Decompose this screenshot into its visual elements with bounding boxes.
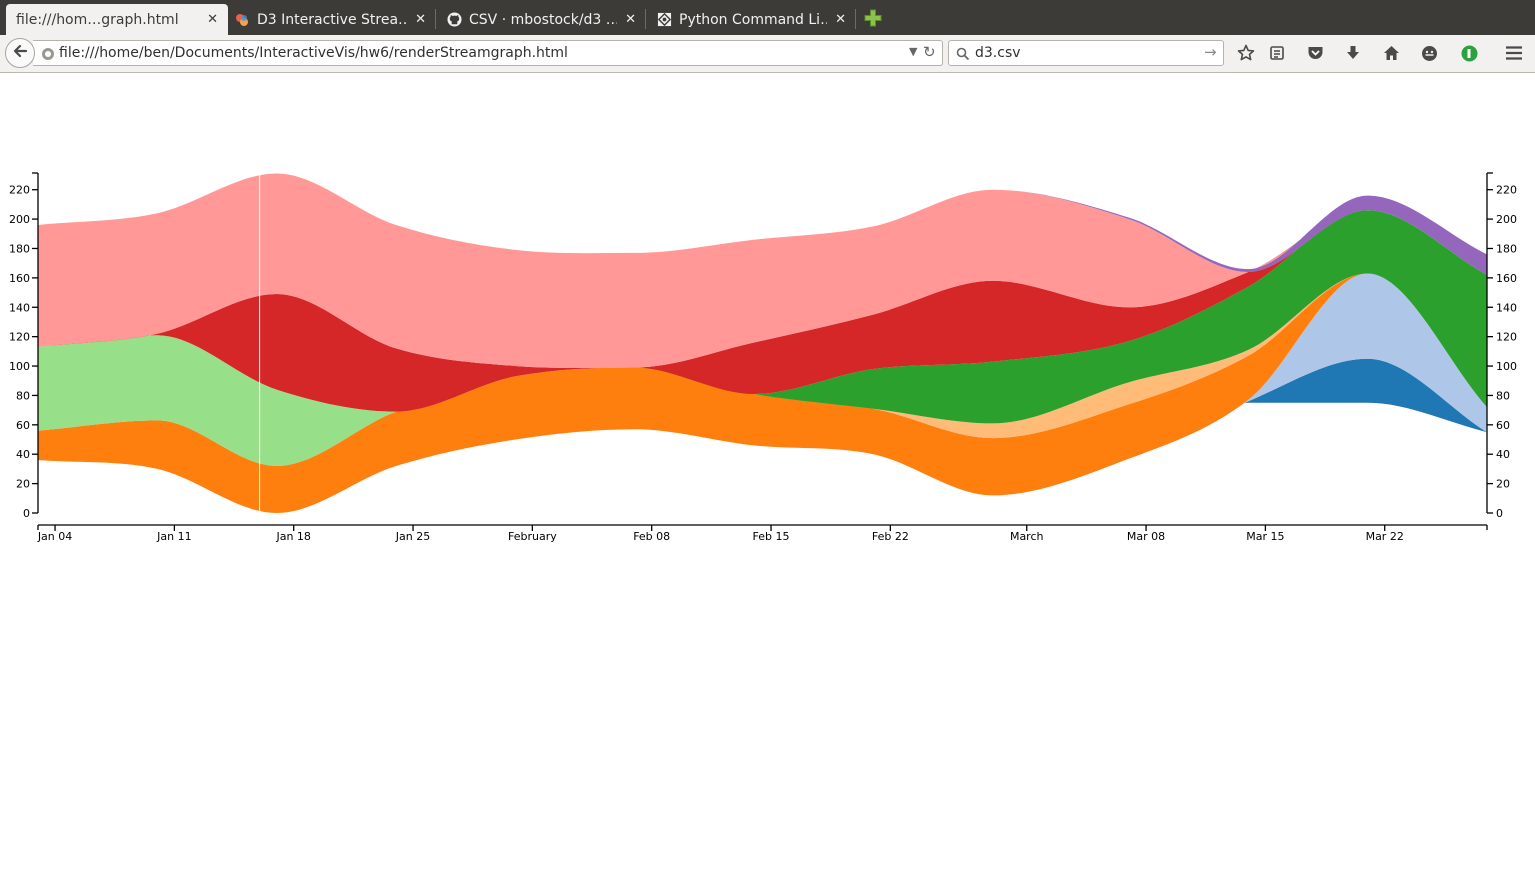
x-tick-label: Mar 22 — [1366, 530, 1404, 543]
y-tick-label-left: 60 — [16, 419, 30, 432]
close-tab-icon[interactable]: ✕ — [415, 12, 426, 27]
url-bar[interactable]: file:///home/ben/Documents/InteractiveVi… — [33, 40, 943, 66]
x-tick-label: Feb 22 — [872, 530, 909, 543]
close-tab-icon[interactable]: ✕ — [625, 12, 636, 27]
d3-icon — [234, 12, 250, 28]
site-info-icon[interactable] — [41, 46, 55, 65]
tab-title: D3 Interactive Strea… — [257, 11, 408, 28]
x-tick-label: Jan 25 — [395, 530, 430, 543]
tab-d3-stream[interactable]: D3 Interactive Strea… ✕ — [224, 4, 436, 35]
x-tick-label: Jan 11 — [156, 530, 191, 543]
y-tick-label-left: 140 — [9, 301, 30, 314]
search-bar[interactable]: d3.csv → — [948, 40, 1224, 66]
close-tab-icon[interactable]: ✕ — [835, 12, 846, 27]
x-tick-label: February — [508, 530, 557, 543]
y-tick-label-right: 220 — [1496, 184, 1517, 197]
y-tick-label-right: 100 — [1496, 360, 1517, 373]
extension-icon[interactable] — [1459, 43, 1479, 63]
tab-title: CSV · mbostock/d3 … — [469, 11, 618, 28]
menu-icon[interactable] — [1504, 43, 1524, 63]
y-tick-label-right: 40 — [1496, 448, 1510, 461]
x-axis: Jan 04 Jan 11 Jan 18 Jan 25 February Feb 08 Fe… — [37, 524, 1488, 543]
reading-list-icon[interactable] — [1267, 43, 1287, 63]
y-tick-label-right: 120 — [1496, 331, 1517, 344]
search-go-icon[interactable]: → — [1204, 43, 1217, 61]
github-icon — [446, 12, 462, 28]
emoji-icon[interactable] — [1419, 43, 1439, 63]
search-icon — [956, 46, 970, 65]
streamgraph-chart[interactable]: 0 20 40 60 80 100 120 140 160 180 200 220 0 20 40 60 80… — [0, 73, 1535, 876]
y-tick-label-right: 180 — [1496, 242, 1517, 255]
y-tick-label-left: 180 — [9, 242, 30, 255]
tab-github-csv[interactable]: CSV · mbostock/d3 … ✕ — [436, 4, 646, 35]
tab-active[interactable]: file:///hom…graph.html ✕ — [6, 4, 228, 35]
x-tick-label: Mar 15 — [1246, 530, 1284, 543]
x-tick-label: Jan 04 — [37, 530, 72, 543]
y-tick-label-right: 200 — [1496, 213, 1517, 226]
x-tick-label: Feb 15 — [753, 530, 790, 543]
back-arrow-icon — [12, 43, 28, 63]
y-tick-label-right: 80 — [1496, 389, 1510, 402]
stream-layers — [38, 173, 1487, 513]
y-tick-label-left: 120 — [9, 331, 30, 344]
x-tick-label: Feb 08 — [633, 530, 670, 543]
y-tick-label-left: 100 — [9, 360, 30, 373]
y-tick-label-left: 20 — [16, 478, 30, 491]
download-icon[interactable] — [1343, 43, 1363, 63]
y-tick-label-right: 60 — [1496, 419, 1510, 432]
y-tick-label-left: 0 — [23, 507, 30, 520]
x-tick-label: Jan 18 — [275, 530, 310, 543]
y-tick-label-left: 160 — [9, 272, 30, 285]
home-icon[interactable] — [1381, 43, 1401, 63]
url-dropdown-icon[interactable]: ▼ — [909, 45, 917, 58]
python-docs-icon — [656, 12, 672, 28]
x-tick-label: March — [1010, 530, 1044, 543]
close-tab-icon[interactable]: ✕ — [207, 12, 218, 27]
x-tick-label: Mar 08 — [1127, 530, 1165, 543]
y-tick-label-left: 200 — [9, 213, 30, 226]
search-input[interactable]: d3.csv — [975, 45, 1021, 61]
page-content: 0 20 40 60 80 100 120 140 160 180 200 220 0 20 40 60 80… — [0, 73, 1535, 876]
navigation-toolbar: file:///home/ben/Documents/InteractiveVi… — [0, 35, 1535, 73]
tab-title: file:///hom…graph.html — [16, 11, 179, 28]
y-tick-label-right: 160 — [1496, 272, 1517, 285]
y-tick-label-right: 0 — [1496, 507, 1503, 520]
new-tab-icon[interactable] — [864, 9, 882, 27]
back-button[interactable] — [5, 38, 35, 68]
tab-title: Python Command Li… — [679, 11, 828, 28]
tab-bar: file:///hom…graph.html ✕ D3 Interactive … — [0, 0, 1535, 35]
reload-icon[interactable]: ↻ — [923, 43, 936, 61]
tab-python-docs[interactable]: Python Command Li… ✕ — [646, 4, 856, 35]
y-tick-label-right: 20 — [1496, 478, 1510, 491]
y-tick-label-left: 80 — [16, 389, 30, 402]
y-axis-left: 0 20 40 60 80 100 120 140 160 180 200 220 — [9, 172, 39, 520]
y-axis-right: 0 20 40 60 80 100 120 140 160 180 200 220 — [1486, 172, 1517, 520]
tab-divider — [855, 9, 856, 29]
pocket-icon[interactable] — [1305, 43, 1325, 63]
y-tick-label-left: 220 — [9, 184, 30, 197]
bookmark-star-icon[interactable] — [1236, 43, 1256, 63]
y-tick-label-left: 40 — [16, 448, 30, 461]
url-text: file:///home/ben/Documents/InteractiveVi… — [59, 45, 568, 61]
y-tick-label-right: 140 — [1496, 301, 1517, 314]
